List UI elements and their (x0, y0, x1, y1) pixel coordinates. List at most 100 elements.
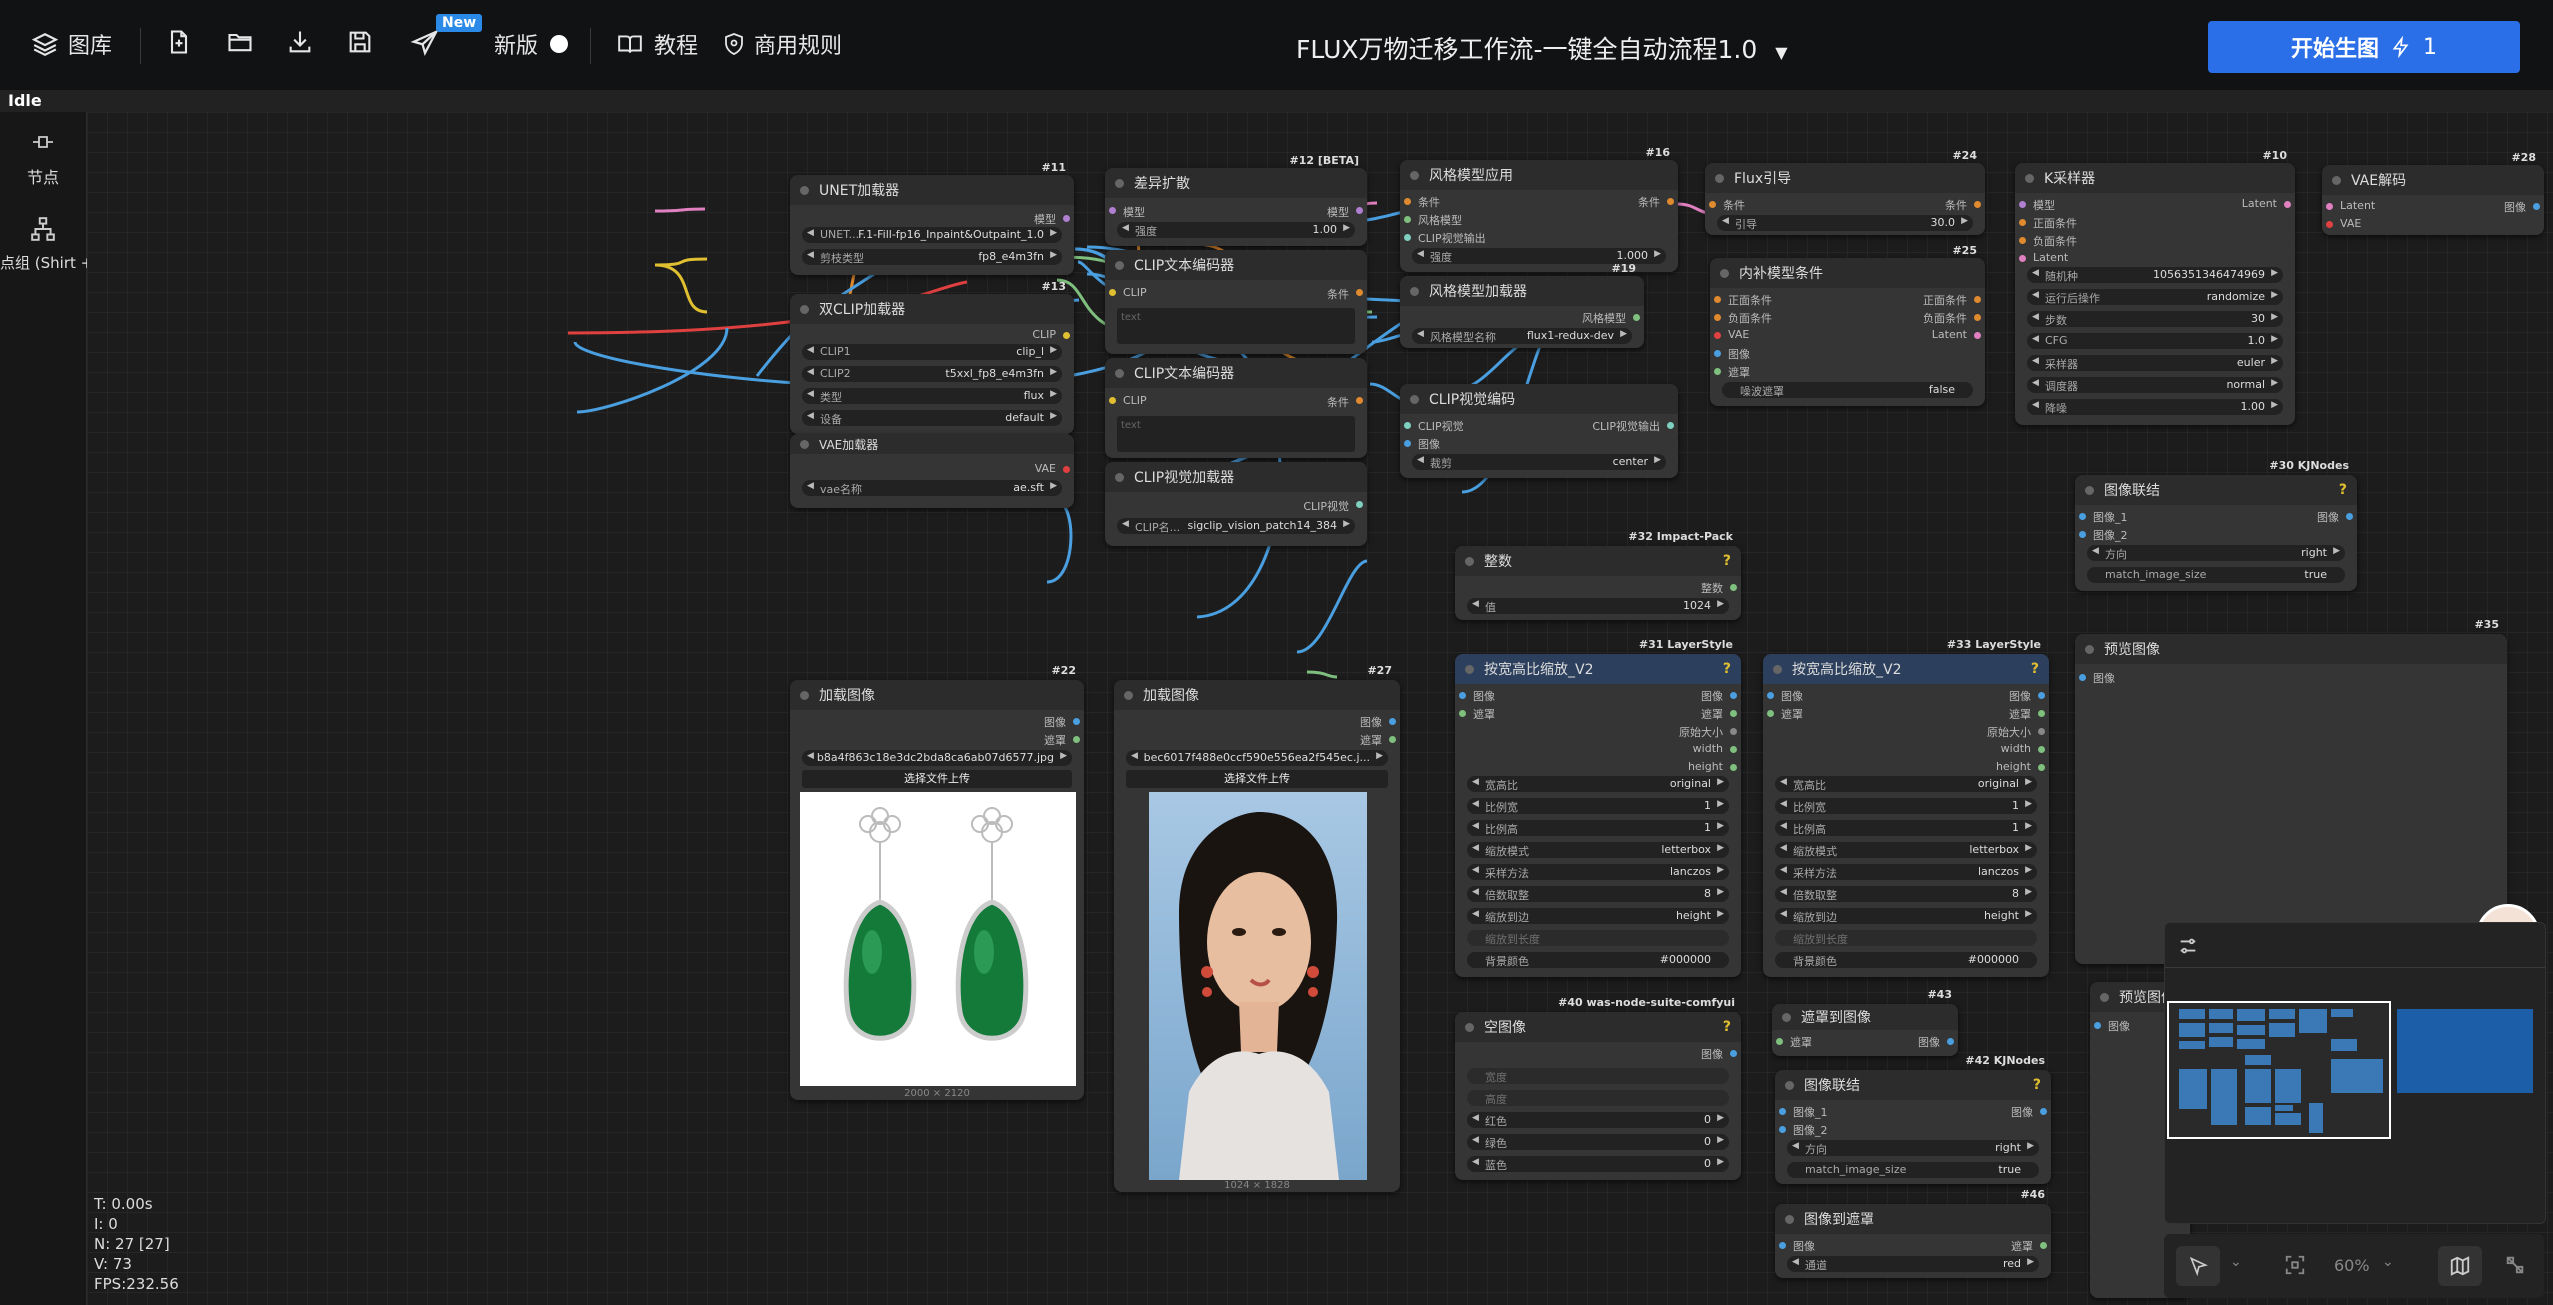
widget-steps[interactable]: ◀ 步数 30 ▶ (2027, 311, 2283, 327)
node-scale-by-aspect-33[interactable]: #33 LayerStyle 按宽高比缩放_V2? 图像 遮罩 图像 遮罩 原始… (1763, 638, 2049, 977)
node-header[interactable]: 风格模型应用 (1400, 160, 1678, 190)
collapse-dot-icon[interactable] (1465, 664, 1474, 674)
input-slot-icon[interactable] (1767, 710, 1774, 717)
widget-aspect-ratio[interactable]: ◀ 宽高比 original ▶ (1467, 776, 1729, 792)
node-header[interactable]: 内补模型条件 (1710, 258, 1985, 288)
library-button[interactable]: 图库 (32, 28, 112, 60)
upload-button[interactable]: 选择文件上传 (802, 770, 1072, 788)
widget-value[interactable]: ◀ 值 1024 ▶ (1467, 598, 1729, 614)
widget-seed[interactable]: ◀ 随机种 1056351346474969 ▶ (2027, 267, 2283, 283)
output-slot-icon[interactable] (1667, 198, 1674, 205)
prompt-textarea[interactable]: text (1117, 416, 1355, 452)
collapse-dot-icon[interactable] (1410, 286, 1419, 296)
input-slot-icon[interactable] (1779, 1108, 1786, 1115)
output-slot-icon[interactable] (1633, 314, 1640, 321)
output-slot-icon[interactable] (2284, 201, 2291, 208)
widget-fit-mode[interactable]: ◀ 缩放模式 letterbox ▶ (1467, 842, 1729, 858)
input-slot-icon[interactable] (1714, 350, 1721, 357)
output-slot-icon[interactable] (1063, 332, 1070, 339)
output-slot-icon[interactable] (1974, 332, 1981, 339)
help-icon[interactable]: ? (1723, 661, 1731, 677)
sidebar-item-group[interactable]: 点组 (Shirt + (0, 216, 93, 273)
settings-sliders-icon[interactable] (2177, 935, 2199, 957)
input-slot-icon[interactable] (1459, 692, 1466, 699)
node-header[interactable]: VAE加载器 (790, 434, 1074, 454)
input-slot-icon[interactable] (1714, 368, 1721, 375)
node-header[interactable]: VAE解码 (2322, 165, 2544, 195)
input-slot-icon[interactable] (1779, 1126, 1786, 1133)
input-slot-icon[interactable] (1714, 332, 1721, 339)
input-slot-icon[interactable] (1404, 422, 1411, 429)
collapse-dot-icon[interactable] (1115, 260, 1124, 270)
widget-fit-mode[interactable]: ◀ 缩放模式 letterbox ▶ (1775, 842, 2037, 858)
node-header[interactable]: 双CLIP加载器 (790, 294, 1074, 324)
input-slot-icon[interactable] (2019, 255, 2026, 262)
widget-vae-name[interactable]: ◀ vae名称 ae.sft ▶ (802, 480, 1062, 496)
node-header[interactable]: CLIP文本编码器 (1105, 358, 1367, 388)
chevron-down-icon[interactable]: ⌄ (2230, 1254, 2242, 1270)
node-clip-vision-encode[interactable]: CLIP视觉编码 CLIP视觉 图像 CLIP视觉输出 ◀ 裁剪 center ▶ (1400, 384, 1678, 478)
widget-method[interactable]: ◀ 采样方法 lanczos ▶ (1775, 864, 2037, 880)
hide-links-icon[interactable] (2504, 1254, 2526, 1276)
workflow-title-dropdown[interactable]: FLUX万物迁移工作流-一键全自动流程1.0 ▼ (1296, 30, 1788, 66)
output-slot-icon[interactable] (1389, 718, 1396, 725)
node-header[interactable]: 加载图像 (790, 680, 1084, 710)
collapse-dot-icon[interactable] (1124, 690, 1133, 700)
input-slot-icon[interactable] (1776, 1038, 1783, 1045)
sidebar-item-nodes[interactable]: 节点 (0, 132, 86, 188)
input-slot-icon[interactable] (2079, 513, 2086, 520)
output-slot-icon[interactable] (1947, 1038, 1954, 1045)
input-slot-icon[interactable] (1109, 289, 1116, 296)
minimap-viewport[interactable] (2167, 1001, 2391, 1139)
collapse-dot-icon[interactable] (1465, 1022, 1474, 1032)
node-header[interactable]: 风格模型加载器 (1400, 276, 1644, 306)
widget-scale-to-length[interactable]: 缩放到长度 (1775, 930, 2037, 946)
widget-cfg[interactable]: ◀ CFG 1.0 ▶ (2027, 333, 2283, 349)
node-inpaint-model-conditioning[interactable]: #25 内补模型条件 正面条件 负面条件 VAE 图像 遮罩 正面条件 负面条件… (1710, 244, 1985, 406)
help-icon[interactable]: ? (2339, 482, 2347, 498)
output-slot-icon[interactable] (2346, 513, 2353, 520)
input-slot-icon[interactable] (2019, 201, 2026, 208)
node-clip-text-encode-positive[interactable]: CLIP文本编码器 CLIP 条件 text (1105, 250, 1367, 354)
widget-scale-to-length[interactable]: 缩放到长度 (1467, 930, 1729, 946)
output-slot-icon[interactable] (2038, 692, 2045, 699)
widget-scale-to-side[interactable]: ◀ 缩放到边 height ▶ (1467, 908, 1729, 924)
output-slot-icon[interactable] (2040, 1108, 2047, 1115)
output-slot-icon[interactable] (1356, 501, 1363, 508)
upload-button[interactable]: 选择文件上传 (1126, 770, 1388, 788)
node-header[interactable]: 预览图像 (2075, 634, 2507, 664)
node-image-to-mask-46[interactable]: #46 图像到遮罩 图像 遮罩 ◀ 通道 red ▶ (1775, 1188, 2051, 1278)
widget-height[interactable]: 高度 (1467, 1090, 1729, 1106)
help-icon[interactable]: ? (1723, 553, 1731, 569)
node-ksampler[interactable]: #10 K采样器 模型 正面条件 负面条件 Latent Latent ◀ 随机种… (2015, 149, 2295, 425)
output-slot-icon[interactable] (1730, 692, 1737, 699)
node-load-image-22[interactable]: #22 加载图像 图像 遮罩 ◀ b8a4f863c18e3dc2bda8ca6a… (790, 664, 1084, 1100)
input-slot-icon[interactable] (1767, 692, 1774, 699)
input-slot-icon[interactable] (1714, 296, 1721, 303)
output-slot-icon[interactable] (1730, 1050, 1737, 1057)
output-slot-icon[interactable] (1356, 207, 1363, 214)
input-slot-icon[interactable] (1109, 397, 1116, 404)
download-button[interactable] (286, 28, 314, 56)
node-header[interactable]: CLIP视觉加载器 (1105, 462, 1367, 492)
node-clip-text-encode-negative[interactable]: CLIP文本编码器 CLIP 条件 text (1105, 358, 1367, 458)
input-slot-icon[interactable] (1404, 216, 1411, 223)
input-slot-icon[interactable] (1714, 314, 1721, 321)
share-button[interactable] (410, 28, 440, 58)
widget-crop[interactable]: ◀ 裁剪 center ▶ (1412, 454, 1666, 470)
node-image-concat-30[interactable]: #30 KJNodes 图像联结? 图像_1 图像_2 图像 ◀ 方向 right ▶… (2075, 459, 2357, 591)
node-header[interactable]: CLIP文本编码器 (1105, 250, 1367, 280)
node-header[interactable]: 整数? (1455, 546, 1741, 576)
node-preview-image-35[interactable]: #35 预览图像 图像 (2075, 618, 2507, 964)
widget-match-image-size[interactable]: match_image_size true (1787, 1162, 2039, 1178)
collapse-dot-icon[interactable] (2025, 173, 2034, 183)
widget-control-after[interactable]: ◀ 运行后操作 randomize ▶ (2027, 289, 2283, 305)
minimap-panel[interactable] (2164, 922, 2546, 1224)
widget-width[interactable]: 宽度 (1467, 1068, 1729, 1084)
output-slot-icon[interactable] (2038, 728, 2045, 735)
node-header[interactable]: UNET加载器 (790, 175, 1074, 205)
collapse-dot-icon[interactable] (2332, 175, 2341, 185)
open-folder-button[interactable] (225, 28, 255, 56)
node-header[interactable]: 图像联结? (1775, 1070, 2051, 1100)
output-slot-icon[interactable] (1389, 736, 1396, 743)
